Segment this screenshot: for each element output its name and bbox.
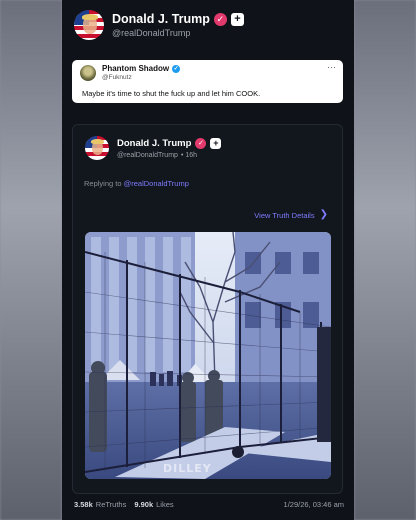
truth-header: Donald J. Trump ✓ + @realDonaldTrump • 1… (85, 136, 222, 160)
media-watermark: DILLEY (163, 462, 212, 475)
follow-plus-button[interactable]: + (230, 12, 244, 26)
truth-author-handle[interactable]: @realDonaldTrump (117, 152, 178, 159)
retruths-count: 3.58k (74, 500, 93, 509)
quoted-author-name[interactable]: Phantom Shadow (102, 64, 169, 73)
author-name[interactable]: Donald J. Trump (112, 12, 210, 26)
verified-badge-icon: ✓ (213, 12, 227, 26)
author-handle[interactable]: @realDonaldTrump (112, 28, 244, 38)
follow-plus-button[interactable]: + (210, 137, 222, 149)
stats-footer: 3.58k ReTruths 9.90k Likes 1/29/26, 03:4… (74, 500, 344, 509)
quoted-author-avatar[interactable] (80, 65, 96, 81)
view-truth-details-label: View Truth Details (254, 210, 315, 220)
replying-mention-link[interactable]: @realDonaldTrump (124, 179, 189, 188)
video-media[interactable]: DILLEY (85, 232, 331, 479)
likes-label[interactable]: Likes (156, 500, 174, 509)
verified-badge-icon: ✓ (195, 137, 207, 149)
quoted-tweet-text: Maybe it's time to shut the fuck up and … (82, 89, 261, 98)
quoted-tweet-card[interactable]: Phantom Shadow ✓ @Fuknutz ··· Maybe it's… (72, 60, 343, 103)
background-blur-right (354, 0, 416, 520)
quoted-author-handle[interactable]: @Fuknutz (102, 74, 132, 81)
view-truth-details-link[interactable]: View Truth Details ❯ (254, 210, 328, 220)
background-blur-left (0, 0, 62, 520)
video-frame-image (85, 232, 331, 479)
post-panel: Donald J. Trump ✓ + @realDonaldTrump Pha… (62, 0, 354, 520)
more-options-icon[interactable]: ··· (327, 62, 336, 72)
verified-check-icon: ✓ (172, 64, 181, 73)
truth-author-name[interactable]: Donald J. Trump (117, 138, 191, 149)
retruths-label[interactable]: ReTruths (96, 500, 127, 509)
replying-to-line: Replying to @realDonaldTrump (84, 179, 189, 188)
replying-prefix: Replying to (84, 179, 124, 188)
post-timestamp: 1/29/26, 03:46 am (283, 500, 344, 509)
author-avatar[interactable] (74, 10, 104, 40)
truth-age: • 16h (180, 151, 198, 159)
post-header: Donald J. Trump ✓ + @realDonaldTrump (74, 10, 244, 40)
truth-card[interactable]: Donald J. Trump ✓ + @realDonaldTrump • 1… (72, 124, 343, 494)
truth-author-avatar[interactable] (85, 136, 109, 160)
chevron-right-icon: ❯ (319, 209, 328, 220)
likes-count: 9.90k (134, 500, 154, 509)
